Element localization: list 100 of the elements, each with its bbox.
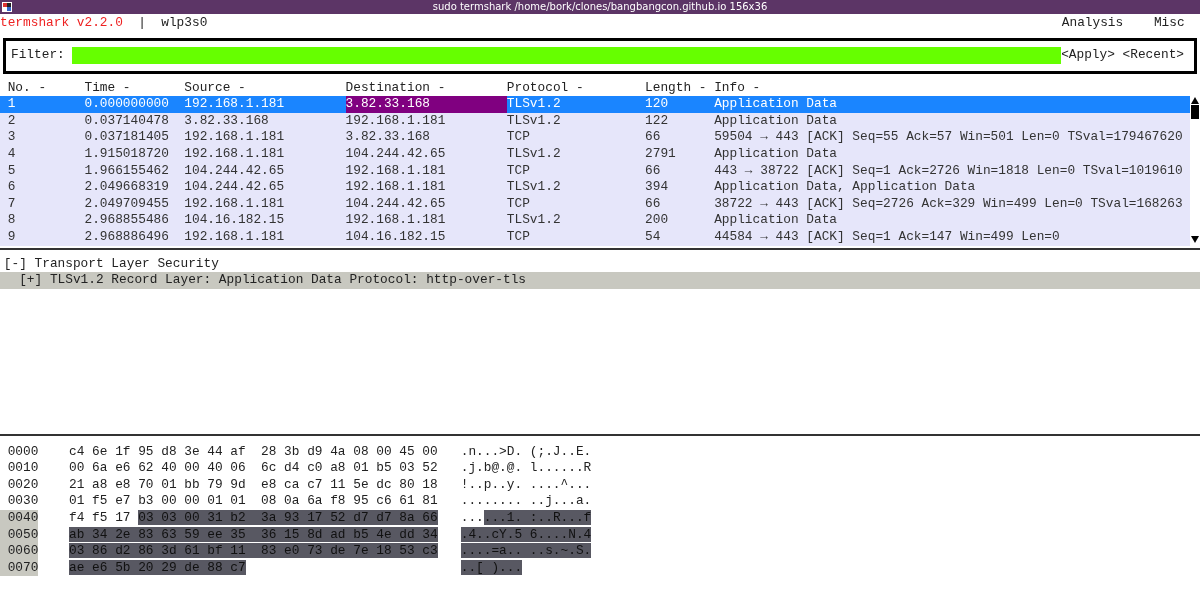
- menu-item[interactable]: Misc: [1153, 15, 1185, 32]
- table-cell-text: TLSv1.2: [506, 96, 562, 113]
- table-cell-text: 2.049709455: [84, 195, 170, 213]
- table-cell-text: 192.168.1.181: [184, 195, 286, 213]
- column-header[interactable]: Destination -: [345, 79, 507, 97]
- table-cell-text: 2: [7, 112, 17, 130]
- table-cell-text: TLSv1.2: [506, 212, 562, 229]
- table-cell-text: TCP: [506, 129, 531, 146]
- table-cell-text: TLSv1.2: [506, 112, 562, 130]
- table-cell-text: 394: [645, 179, 670, 196]
- hex-offset: 0010: [6, 460, 39, 477]
- table-cell-text: TLSv1.2: [506, 179, 562, 196]
- packet-row[interactable]: 6 2.049668319 104.244.42.65 192.168.1.181 TLSv1.2 394 Application Data, Application Data: [0, 179, 1190, 196]
- hex-bytes: 21 a8 e8 70 01 bb 79 9d e8 ca c7 11 5e dc 80 18: [69, 476, 439, 494]
- column-header[interactable]: No. -: [7, 79, 85, 97]
- table-cell-text: 192.168.1.181: [345, 212, 447, 229]
- ascii-text: ....=a.. ..s.~.S.: [460, 543, 593, 560]
- ascii-text: .j.b@.@. l......R: [460, 460, 593, 477]
- column-header[interactable]: Info -: [714, 79, 1190, 97]
- table-cell-text: 200: [645, 212, 670, 229]
- table-cell-text: 1: [7, 96, 17, 113]
- table-cell-text: 3.82.33.168: [184, 112, 270, 130]
- table-cell-text: 2.968855486: [84, 212, 170, 229]
- table-cell-text: 104.244.42.65: [345, 195, 447, 213]
- filter-label: Filter:: [11, 47, 65, 64]
- hex-bytes: c4 6e 1f 95 d8 3e 44 af 28 3b d9 4a 08 00 45 00: [69, 443, 439, 461]
- table-cell-text: 2.049668319: [84, 179, 170, 196]
- table-cell-text: 1.966155462: [84, 162, 170, 180]
- app-name: termshark v2.2.0: [0, 15, 123, 32]
- hex-bytes: 00 6a e6 62 40 00 40 06 6c d4 c0 a8 01 b5 03 52: [69, 460, 439, 477]
- table-cell-text: 192.168.1.181: [345, 179, 447, 196]
- separator: |: [138, 15, 146, 32]
- table-cell-text: 0.037140478: [84, 112, 170, 130]
- table-cell-text: TCP: [506, 162, 531, 180]
- packet-row[interactable]: 8 2.968855486 104.16.182.15 192.168.1.181 TLSv1.2 200 Application Data: [0, 212, 1190, 229]
- table-cell-text: Application Data, Application Data: [714, 179, 977, 196]
- table-cell-text: 66: [645, 195, 662, 213]
- table-cell-text: 6: [7, 179, 17, 196]
- filter-input[interactable]: [71, 47, 1062, 64]
- filter-button[interactable]: <Apply>: [1061, 47, 1115, 64]
- table-cell-text: 3.82.33.168: [345, 129, 432, 146]
- hex-bytes: 01 f5 e7 b3 00 00 01 01 08 0a 6a f8 95 c6 61 81: [69, 493, 439, 510]
- table-cell-text: Application Data: [714, 145, 838, 163]
- tree-item[interactable]: [+] TLSv1.2 Record Layer: Application Data Protocol: http-over-tls: [0, 272, 1200, 289]
- table-cell-text: 104.16.182.15: [184, 212, 286, 229]
- hex-bytes: f4 f5 17 03 03 00 31 b2 3a 93 17 52 d7 d7 8a 66: [69, 509, 439, 527]
- table-cell-text: 8: [7, 212, 17, 229]
- table-cell-text: TCP: [506, 195, 531, 213]
- table-cell-text: 192.168.1.181: [345, 162, 447, 180]
- table-cell-text: Application Data: [714, 96, 838, 113]
- menu-item[interactable]: Analysis: [1061, 15, 1124, 32]
- hex-bytes: ab 34 2e 83 63 59 ee 35 36 15 8d ad b5 4e dd 34: [69, 526, 439, 544]
- table-cell-text: 59504 → 443 [ACK] Seq=55 Ack=57 Win=501 Len=0 TSval=179467620: [714, 129, 1184, 146]
- ascii-text: .4..cY.5 6....N.4: [460, 526, 593, 544]
- table-cell-text: 192.168.1.181: [345, 112, 447, 130]
- window-title: sudo termshark /home/bork/clones/bangbangcon.github.io 156x36: [431, 0, 769, 14]
- table-cell-text: 120: [645, 96, 670, 113]
- table-cell-text: 54: [645, 228, 662, 246]
- table-cell-text: 44584 → 443 [ACK] Seq=1 Ack=147 Win=499 Len=0: [714, 228, 1061, 246]
- table-cell-text: 2791: [645, 145, 677, 163]
- tree-item[interactable]: [-] Transport Layer Security: [0, 255, 1200, 273]
- table-cell-text: TLSv1.2: [506, 145, 562, 163]
- ascii-text: ..[ )...: [460, 559, 524, 577]
- table-cell-text: 192.168.1.181: [184, 129, 286, 146]
- ascii-text: ........ ..j...a.: [460, 493, 593, 510]
- column-header[interactable]: Length -: [645, 79, 715, 97]
- table-cell-text: 3: [7, 129, 17, 146]
- packet-row[interactable]: 3 0.037181405 192.168.1.181 3.82.33.168 TCP 66 59504 → 443 [ACK] Seq=55 Ack=57 Win=501 Len=0 TSval=179467620: [0, 129, 1190, 146]
- table-cell-text: 192.168.1.181: [184, 145, 286, 163]
- column-header[interactable]: Source -: [184, 79, 346, 97]
- table-cell-text: 9: [7, 228, 17, 246]
- table-cell: 3.82.33.168: [345, 96, 507, 113]
- table-cell-text: Application Data: [714, 112, 838, 130]
- hex-offset: 0040: [0, 509, 39, 527]
- scroll-up-arrow-icon[interactable]: [1190, 96, 1200, 106]
- table-cell-text: 104.244.42.65: [184, 179, 286, 196]
- table-cell-text: 104.244.42.65: [345, 145, 447, 163]
- table-cell-text: 4: [7, 145, 17, 163]
- table-cell-text: 38722 → 443 [ACK] Seq=2726 Ack=329 Win=499 Len=0 TSval=168263: [714, 195, 1184, 213]
- table-cell-text: 0.000000000: [84, 96, 170, 113]
- table-cell-text: 192.168.1.181: [184, 228, 286, 246]
- table-cell-text: 5: [7, 162, 17, 180]
- filter-button[interactable]: <Recent>: [1122, 47, 1184, 64]
- packet-row[interactable]: 1 0.000000000 192.168.1.181 3.82.33.168 TLSv1.2 120 Application Data: [0, 96, 1190, 113]
- hex-offset: 0060: [0, 543, 39, 560]
- scroll-down-arrow-icon[interactable]: [1190, 235, 1200, 245]
- ascii-text: !..p..y. ....^...: [460, 476, 593, 494]
- table-cell-text: 104.244.42.65: [184, 162, 286, 180]
- hex-offset: 0030: [6, 493, 39, 510]
- table-cell-text: 66: [645, 162, 662, 180]
- table-cell-text: Application Data: [714, 212, 838, 229]
- hex-bytes: 03 86 d2 86 3d 61 bf 11 83 e0 73 de 7e 18 53 c3: [69, 543, 439, 560]
- table-cell-text: 104.16.182.15: [345, 228, 447, 246]
- column-header[interactable]: Protocol -: [506, 79, 646, 97]
- table-cell-text: 2.968886496: [84, 228, 170, 246]
- table-cell-text: 443 → 38722 [ACK] Seq=1 Ack=2726 Win=1818 Len=0 TSval=1019610: [714, 162, 1184, 180]
- terminal-app-icon: [2, 2, 12, 12]
- column-header[interactable]: Time -: [84, 79, 185, 97]
- ascii-text: .n...>D. (;.J..E.: [460, 443, 593, 461]
- table-cell-text: 7: [7, 195, 17, 213]
